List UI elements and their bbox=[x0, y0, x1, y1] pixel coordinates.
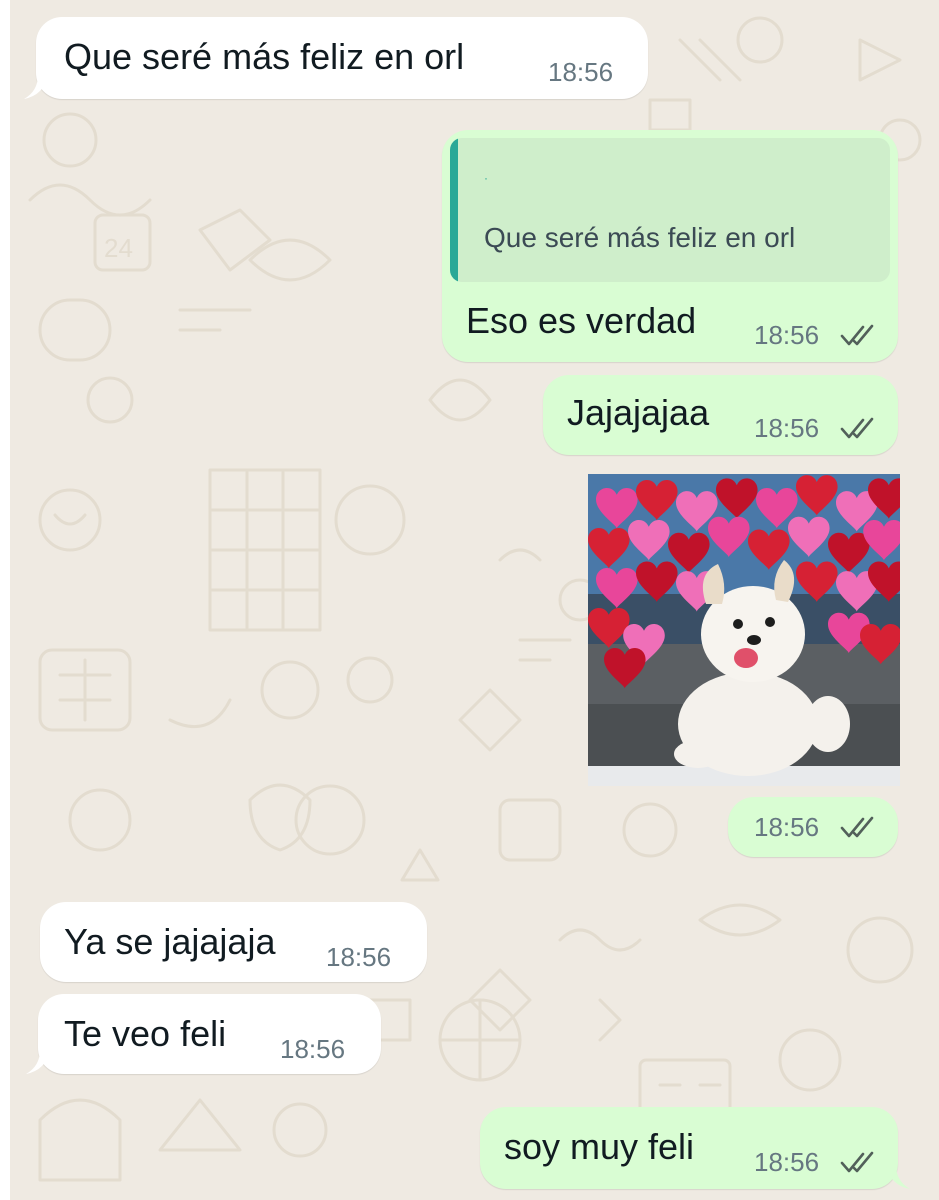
message-text: soy muy feli bbox=[504, 1126, 695, 1167]
outgoing-message-bubble[interactable]: soy muy feli 18:56 bbox=[480, 1107, 910, 1189]
double-check-read-icon bbox=[840, 1151, 874, 1173]
message-text: Te veo feli bbox=[64, 1013, 227, 1054]
incoming-message-bubble[interactable]: Ya se jajajaja 18:56 bbox=[40, 902, 427, 982]
incoming-message-bubble[interactable]: Que seré más feliz en orl 18:56 bbox=[24, 17, 648, 99]
quoted-sender: · bbox=[484, 171, 488, 185]
quoted-message[interactable]: · Que seré más feliz en orl bbox=[450, 138, 890, 282]
sticker-puppy-hearts[interactable] bbox=[588, 474, 900, 786]
outgoing-message-bubble[interactable]: Jajajajaa 18:56 bbox=[543, 375, 898, 455]
double-check-read-icon bbox=[840, 324, 874, 346]
message-timestamp: 18:56 bbox=[754, 812, 820, 842]
message-timestamp: 18:56 bbox=[754, 413, 820, 443]
message-timestamp: 18:56 bbox=[754, 320, 820, 350]
message-text: Eso es verdad bbox=[466, 300, 697, 341]
incoming-message-bubble[interactable]: Te veo feli 18:56 bbox=[26, 994, 381, 1074]
left-edge-strip bbox=[0, 0, 10, 1200]
message-timestamp: 18:56 bbox=[754, 1147, 820, 1177]
bubble-tail bbox=[886, 1165, 910, 1189]
message-text: Ya se jajajaja bbox=[64, 921, 276, 962]
sticker-image bbox=[588, 474, 900, 786]
message-timestamp: 18:56 bbox=[280, 1034, 346, 1064]
message-timestamp: 18:56 bbox=[326, 942, 392, 972]
bubble-tail bbox=[24, 75, 48, 99]
message-text: Jajajajaa bbox=[567, 392, 710, 433]
quote-accent-bar bbox=[450, 138, 458, 282]
svg-text:24: 24 bbox=[104, 233, 133, 263]
message-text: Que seré más feliz en orl bbox=[64, 36, 465, 77]
message-timestamp: 18:56 bbox=[548, 57, 614, 87]
double-check-read-icon bbox=[840, 417, 874, 439]
sticker-timestamp-bubble: 18:56 bbox=[728, 797, 898, 857]
bubble-tail bbox=[26, 1050, 50, 1074]
quoted-text: Que seré más feliz en orl bbox=[484, 222, 796, 253]
double-check-read-icon bbox=[840, 816, 874, 838]
